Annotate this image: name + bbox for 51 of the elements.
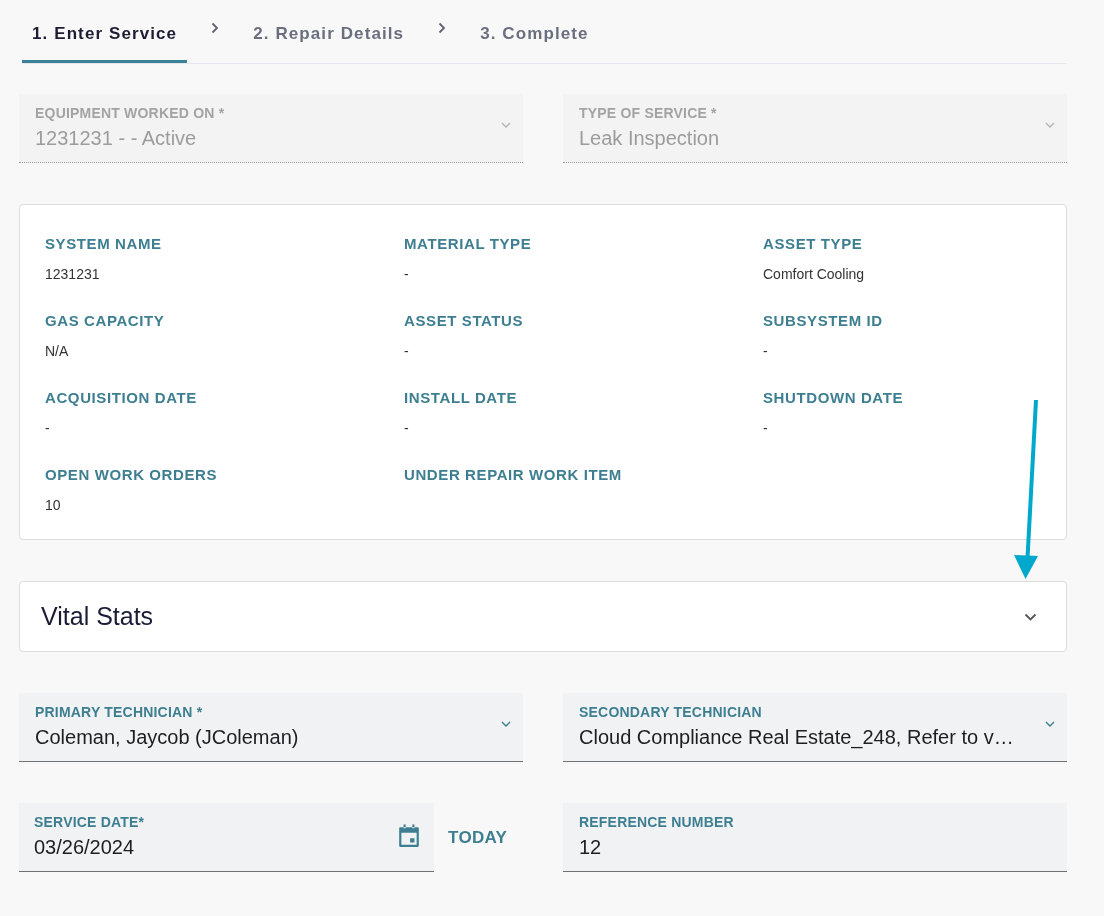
field-label: PRIMARY TECHNICIAN *: [35, 702, 203, 721]
detail-value: -: [763, 342, 768, 361]
chevron-right-icon: [211, 21, 220, 34]
detail-value: -: [45, 419, 50, 438]
chevron-down-icon: [1045, 721, 1055, 727]
detail-label: ACQUISITION DATE: [45, 388, 197, 408]
field-value: 1231231 - - Active: [35, 125, 197, 151]
field-value: 03/26/2024: [34, 834, 135, 860]
field-label: REFERENCE NUMBER: [579, 812, 734, 831]
dropdown-field[interactable]: SECONDARY TECHNICIAN Cloud Compliance Real Estate_248, Refer to v…: [563, 693, 1067, 762]
detail-value: -: [404, 342, 409, 361]
detail-value: 1231231: [45, 265, 100, 284]
detail-label: SYSTEM NAME: [45, 234, 162, 254]
chevron-down-icon: [501, 721, 511, 727]
field-label: EQUIPMENT WORKED ON *: [35, 103, 225, 122]
detail-label: GAS CAPACITY: [45, 311, 165, 331]
step-tab[interactable]: 1. Enter Service: [22, 0, 188, 63]
detail-label: ASSET TYPE: [763, 234, 863, 254]
detail-value: -: [404, 419, 409, 438]
panel-title: Vital Stats: [41, 602, 154, 631]
step-tab[interactable]: 2. Repair Details: [243, 0, 415, 63]
vital-stats-panel[interactable]: Vital Stats: [19, 581, 1067, 652]
detail-label: INSTALL DATE: [404, 388, 518, 408]
text-field[interactable]: REFERENCE NUMBER 12: [563, 803, 1067, 872]
date-field[interactable]: SERVICE DATE* 03/26/2024: [19, 803, 434, 872]
chevron-down-icon[interactable]: [1024, 612, 1037, 621]
today-button[interactable]: TODAY: [448, 825, 508, 850]
field-value: Leak Inspection: [579, 125, 720, 151]
chevron-right-icon: [438, 21, 447, 34]
field-label: TYPE OF SERVICE *: [579, 103, 717, 122]
chevron-down-icon: [501, 122, 511, 128]
field-label: SECONDARY TECHNICIAN: [579, 702, 762, 721]
field-value: Coleman, Jaycob (JColeman): [35, 724, 299, 750]
dropdown-field[interactable]: PRIMARY TECHNICIAN * Coleman, Jaycob (JColeman): [19, 693, 523, 762]
calendar-icon[interactable]: [398, 824, 420, 848]
detail-value: Comfort Cooling: [763, 265, 865, 284]
detail-value: 10: [45, 496, 61, 515]
detail-label: SUBSYSTEM ID: [763, 311, 883, 331]
step-tab[interactable]: 3. Complete: [470, 0, 599, 63]
detail-label: MATERIAL TYPE: [404, 234, 532, 254]
field-label: SERVICE DATE*: [34, 812, 145, 831]
detail-label: ASSET STATUS: [404, 311, 524, 331]
detail-value: N/A: [45, 342, 69, 361]
detail-label: UNDER REPAIR WORK ITEM: [404, 465, 622, 485]
field-value: Cloud Compliance Real Estate_248, Refer to v…: [579, 724, 1014, 750]
detail-value: -: [763, 419, 768, 438]
detail-label: OPEN WORK ORDERS: [45, 465, 218, 485]
detail-value: -: [404, 265, 409, 284]
detail-label: SHUTDOWN DATE: [763, 388, 903, 408]
chevron-down-icon: [1045, 122, 1055, 128]
field-value: 12: [579, 834, 602, 860]
